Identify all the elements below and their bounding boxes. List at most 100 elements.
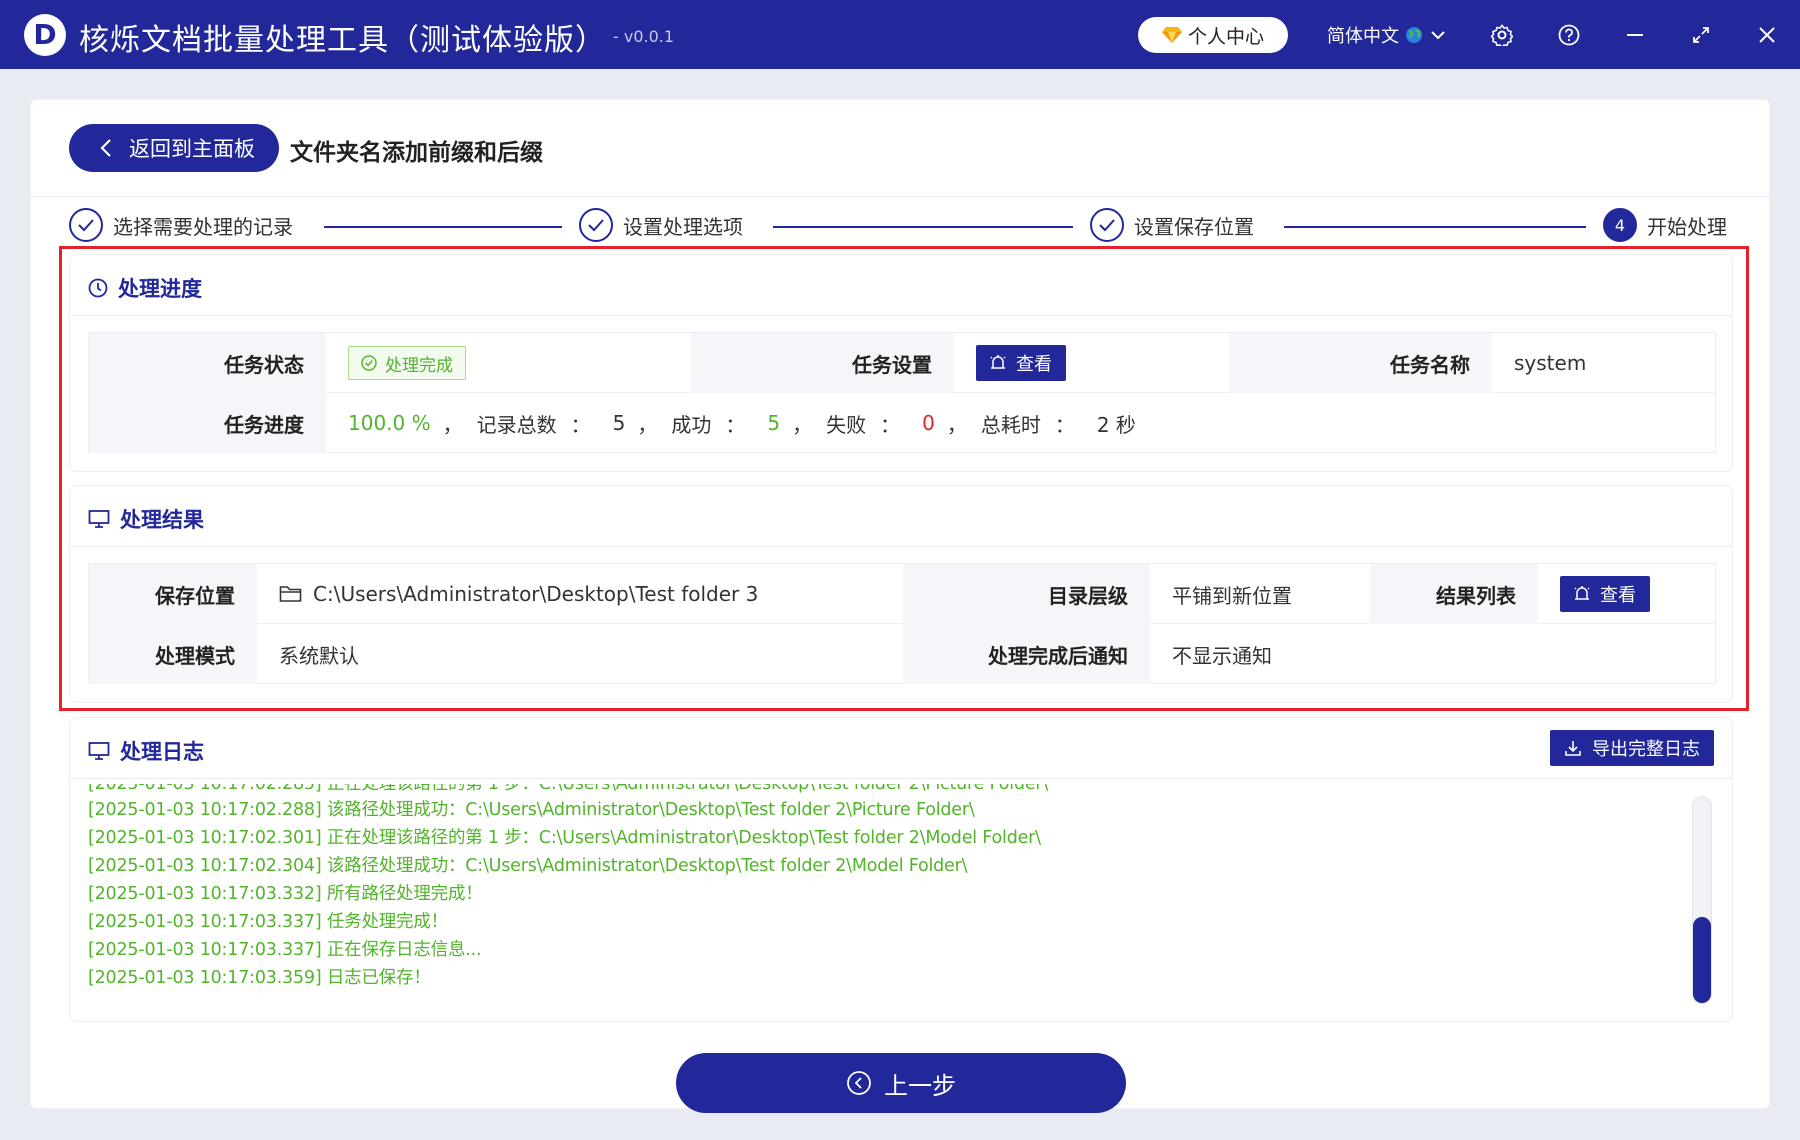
step-connector: [773, 226, 1073, 228]
globe-icon: [1406, 27, 1422, 43]
fail-value: 0: [922, 411, 935, 435]
app-version: - v0.0.1: [613, 27, 675, 46]
log-title: 处理日志: [120, 740, 204, 764]
result-list-label: 结果列表: [1370, 564, 1538, 624]
back-to-dashboard-button[interactable]: 返回到主面板: [69, 124, 279, 172]
result-panel: 处理结果 保存位置 C:\Users\Administrator\Desktop…: [69, 485, 1733, 703]
task-name-value: system: [1514, 351, 1587, 375]
close-icon[interactable]: [1752, 20, 1782, 50]
save-path: C:\Users\Administrator\Desktop\Test fold…: [313, 582, 759, 606]
chevron-left-circle-icon: [847, 1071, 871, 1095]
minimize-icon[interactable]: [1620, 20, 1650, 50]
log-panel-header: 处理日志: [88, 736, 204, 766]
previous-step-label: 上一步: [884, 1071, 956, 1100]
user-center-label: 个人中心: [1187, 25, 1264, 48]
progress-title: 处理进度: [118, 277, 202, 301]
title-bar: D 核烁文档批量处理工具（测试体验版） - v0.0.1 个人中心 简体中文: [0, 0, 1800, 69]
log-line: [2025-01-03 10:17:03.359] 日志已保存！: [88, 968, 431, 988]
folder-icon: [279, 586, 302, 602]
save-location-cell: C:\Users\Administrator\Desktop\Test fold…: [257, 564, 903, 624]
language-label: 简体中文: [1327, 26, 1399, 47]
task-progress-stats: 100.0 % ， 记录总数 ： 5 ， 成功 ： 5 ， 失败 ： 0 ， 总…: [326, 393, 1717, 453]
total-value: 5: [612, 411, 626, 435]
status-badge: 处理完成: [348, 346, 466, 380]
step-start-processing: 4 开始处理: [1603, 208, 1727, 242]
step-label: 选择需要处理的记录: [113, 214, 293, 239]
dir-level-label: 目录层级: [903, 564, 1150, 624]
task-progress-label: 任务进度: [89, 393, 326, 453]
main-card: 返回到主面板 文件夹名添加前缀和后缀 选择需要处理的记录 设置处理选项 设置保存…: [30, 99, 1770, 1113]
table-row: 保存位置 C:\Users\Administrator\Desktop\Test…: [89, 564, 1715, 624]
app-logo: D: [24, 14, 66, 56]
chevron-down-icon: [1431, 31, 1445, 40]
result-table: 保存位置 C:\Users\Administrator\Desktop\Test…: [88, 563, 1716, 684]
alarm-icon: [1574, 586, 1590, 600]
task-name-label: 任务名称: [1229, 333, 1492, 393]
log-line: [2025-01-03 10:17:02.288] 该路径处理成功：C:\Use…: [88, 800, 975, 820]
step-label: 设置保存位置: [1134, 214, 1254, 239]
step-connector: [324, 226, 562, 228]
log-output[interactable]: [2025-01-03 10:17:02.285] 正在处理该路径的第 1 步：…: [88, 784, 1668, 989]
header-divider: [31, 196, 1769, 197]
check-icon: [1090, 208, 1124, 242]
step-select-records: 选择需要处理的记录: [69, 208, 293, 242]
progress-table: 任务状态 处理完成 任务设置 查看 任务名称 system 任务进度 100.0…: [88, 332, 1716, 453]
log-scrollbar-thumb[interactable]: [1693, 917, 1711, 1003]
step-number: 4: [1603, 208, 1637, 242]
clock-icon: [88, 278, 108, 298]
view-result-list-button[interactable]: 查看: [1560, 576, 1650, 612]
export-log-button[interactable]: 导出完整日志: [1550, 730, 1714, 766]
status-text: 处理完成: [385, 355, 453, 376]
progress-percent: 100.0 %: [348, 411, 431, 435]
time-value: 2 秒: [1096, 412, 1136, 437]
log-line: [2025-01-03 10:17:02.285] 正在处理该路径的第 1 步：…: [88, 784, 1049, 794]
table-row: 任务状态 处理完成 任务设置 查看 任务名称 system: [89, 333, 1715, 393]
check-icon: [69, 208, 103, 242]
save-location-label: 保存位置: [89, 564, 257, 624]
fail-label: 失败: [826, 412, 867, 437]
mode-value: 系统默认: [279, 643, 359, 668]
result-title: 处理结果: [120, 508, 204, 532]
success-label: 成功: [671, 412, 712, 437]
app-title: 核烁文档批量处理工具（测试体验版）: [79, 23, 606, 58]
task-settings-cell: 查看: [954, 333, 1229, 393]
page-title: 文件夹名添加前缀和后缀: [290, 140, 543, 166]
chevron-left-icon: [100, 139, 111, 157]
back-label: 返回到主面板: [129, 137, 255, 161]
step-label: 开始处理: [1647, 214, 1727, 239]
step-connector: [1284, 226, 1586, 228]
user-center-button[interactable]: 个人中心: [1138, 17, 1288, 53]
step-save-location: 设置保存位置: [1090, 208, 1254, 242]
alarm-icon: [990, 355, 1006, 369]
notify-value: 不显示通知: [1172, 643, 1272, 668]
success-value: 5: [767, 411, 781, 435]
progress-panel-header: 处理进度: [88, 273, 202, 303]
view-task-settings-button[interactable]: 查看: [976, 345, 1066, 381]
result-list-cell: 查看: [1538, 564, 1717, 624]
log-line: [2025-01-03 10:17:03.337] 任务处理完成！: [88, 912, 448, 932]
task-settings-label: 任务设置: [691, 333, 954, 393]
table-row: 任务进度 100.0 % ， 记录总数 ： 5 ， 成功 ： 5 ， 失败 ： …: [89, 393, 1715, 453]
check-icon: [579, 208, 613, 242]
dir-level-value: 平铺到新位置: [1172, 583, 1292, 608]
task-status-cell: 处理完成: [326, 333, 691, 393]
time-label: 总耗时: [980, 412, 1041, 437]
log-panel: 处理日志 导出完整日志 [2025-01-03 10:17:02.285] 正在…: [69, 717, 1733, 1022]
log-line: [2025-01-03 10:17:02.304] 该路径处理成功：C:\Use…: [88, 856, 968, 876]
step-processing-options: 设置处理选项: [579, 208, 743, 242]
mode-label: 处理模式: [89, 624, 257, 684]
total-label: 记录总数: [476, 412, 557, 437]
view-label: 查看: [1600, 585, 1636, 606]
task-status-label: 任务状态: [89, 333, 326, 393]
step-label: 设置处理选项: [623, 214, 743, 239]
diamond-icon: [1161, 27, 1182, 43]
monitor-icon: [88, 742, 110, 760]
result-panel-header: 处理结果: [88, 504, 204, 534]
log-scrollbar[interactable]: [1692, 796, 1712, 1004]
help-icon[interactable]: [1554, 20, 1584, 50]
notify-label: 处理完成后通知: [903, 624, 1150, 684]
language-selector[interactable]: 简体中文: [1327, 22, 1447, 48]
maximize-icon[interactable]: [1686, 20, 1716, 50]
gear-icon[interactable]: [1487, 20, 1517, 50]
previous-step-button[interactable]: 上一步: [676, 1053, 1126, 1113]
